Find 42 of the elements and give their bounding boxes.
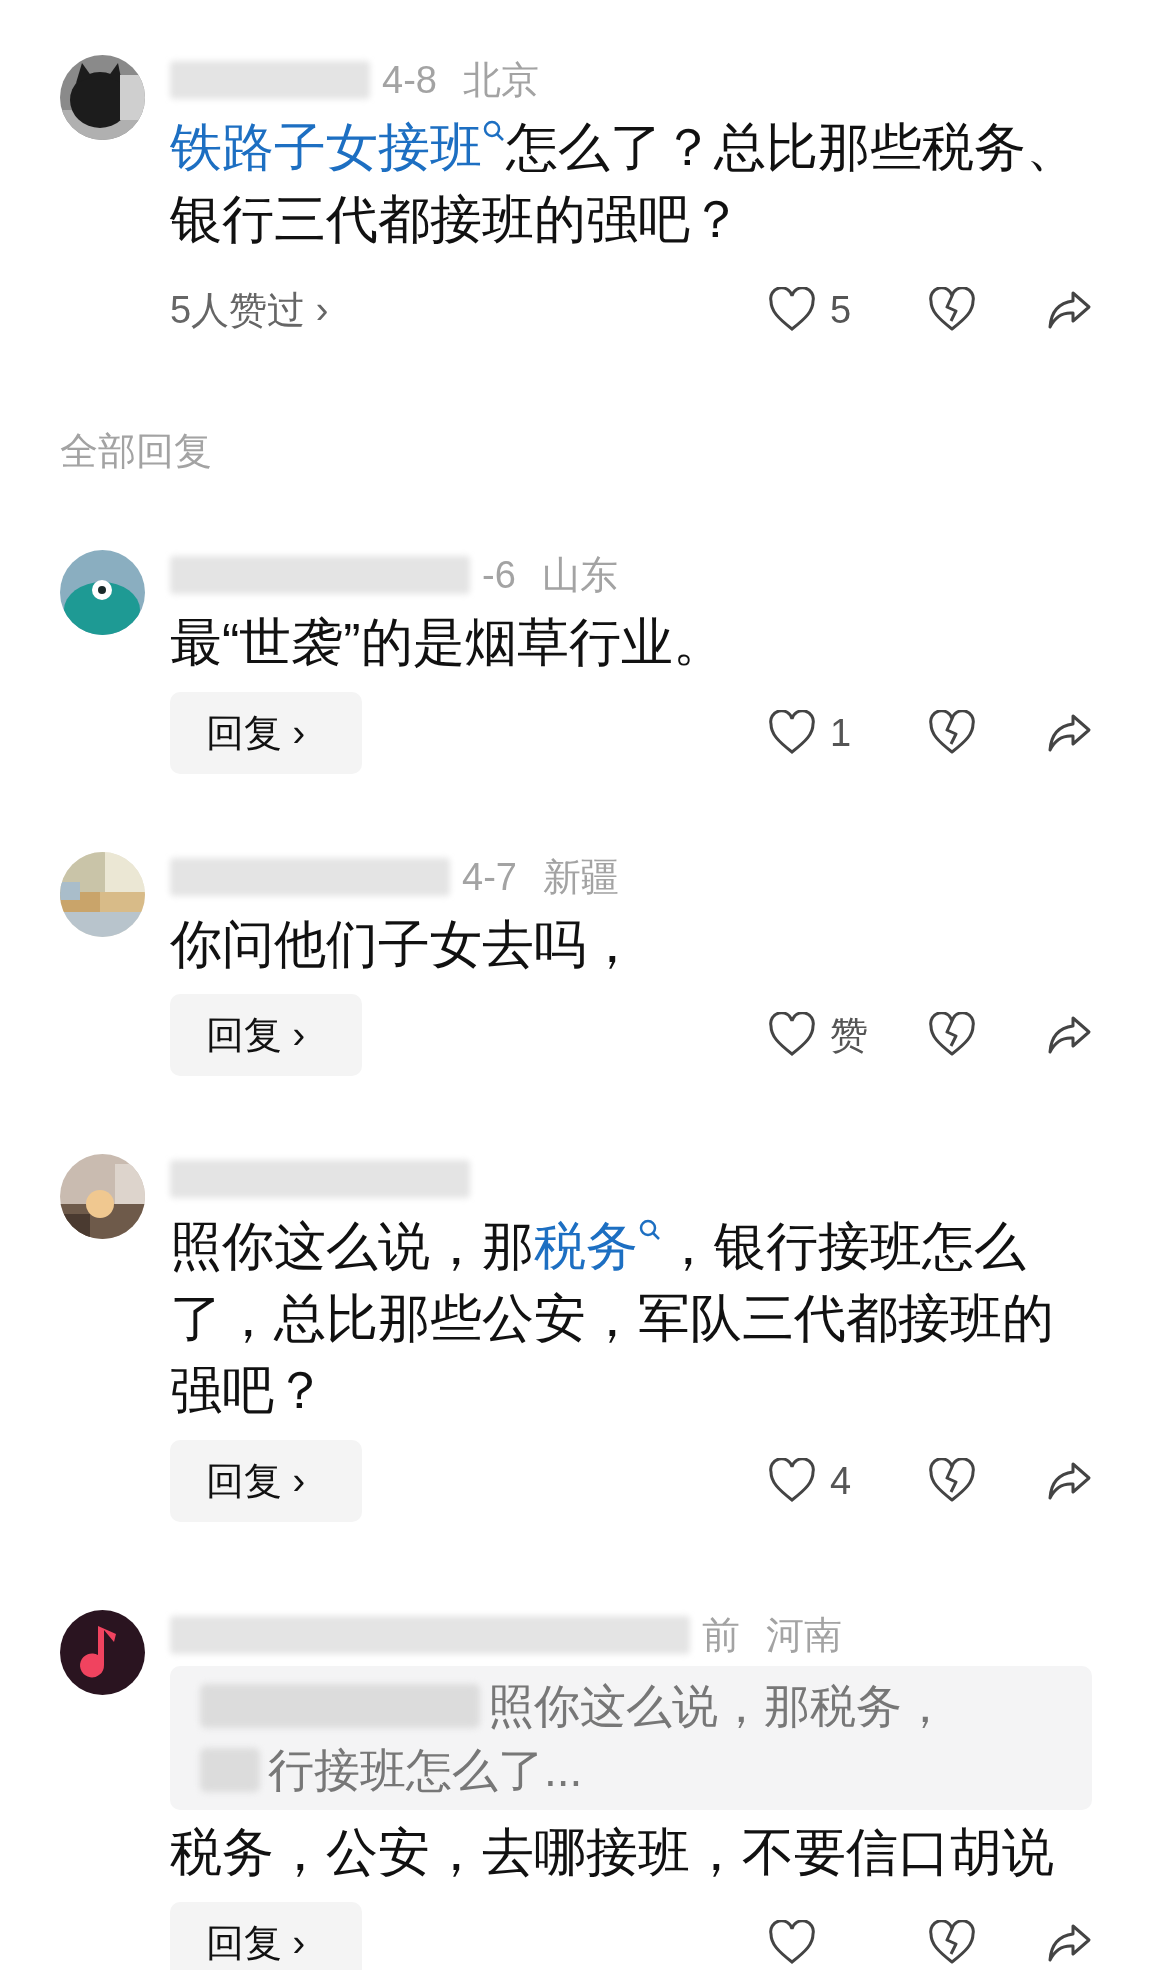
like-count: 5 (830, 287, 852, 333)
reply-button[interactable]: 回复 › (170, 1440, 362, 1522)
comment-location: 山东 (541, 556, 618, 594)
search-link[interactable]: 税务 (534, 1217, 662, 1275)
liked-by-link[interactable]: 5人赞过 › (170, 281, 329, 339)
comment-date: 4-8 (382, 61, 437, 99)
comment-date: 4-7 (462, 858, 517, 896)
like-icon[interactable] (768, 1458, 816, 1504)
quote-text: 照你这么说，那税务， (488, 1679, 948, 1734)
reply-button[interactable]: 回复 › (170, 692, 362, 774)
section-title: 全部回复 (60, 429, 213, 474)
like-icon[interactable] (768, 1920, 816, 1966)
comment-text: 最“世袭”的是烟草行业。 (170, 612, 726, 673)
reply-button[interactable]: 回复 › (170, 994, 362, 1076)
comment-location: 河南 (766, 1616, 842, 1654)
share-icon[interactable] (1046, 289, 1092, 331)
broken-heart-icon[interactable] (928, 287, 976, 333)
share-icon[interactable] (1046, 1014, 1092, 1056)
broken-heart-icon[interactable] (928, 1012, 976, 1058)
like-icon[interactable] (768, 287, 816, 333)
comment-date: 前 (702, 1616, 740, 1654)
reply-button[interactable]: 回复 › (170, 1902, 362, 1970)
comment-text: 照你这么说，那税务 ，银行接班怎么了，总比那些公安，军队三代都接班的强吧？ (170, 1216, 1055, 1421)
comment-location: 北京 (462, 61, 539, 99)
comment-text: 税务，公安，去哪接班，不要信口胡说 (170, 1822, 1055, 1883)
quote-text: 行接班怎么了... (268, 1743, 583, 1798)
comment-text: 铁路子女接班 怎么了？总比那些税务、银行三代都接班的强吧？ (170, 117, 1079, 250)
like-count: 4 (830, 1458, 852, 1504)
comment-text: 你问他们子女去吗， (170, 914, 639, 975)
broken-heart-icon[interactable] (928, 1458, 976, 1504)
like-icon[interactable] (768, 710, 816, 756)
share-icon[interactable] (1046, 1922, 1092, 1964)
share-icon[interactable] (1046, 1460, 1092, 1502)
like-count: 赞 (830, 1012, 868, 1058)
broken-heart-icon[interactable] (928, 710, 976, 756)
search-link[interactable]: 铁路子女接班 (170, 118, 506, 176)
like-icon[interactable] (768, 1012, 816, 1058)
like-count: 1 (830, 710, 852, 756)
comment-date: -6 (482, 556, 516, 594)
share-icon[interactable] (1046, 712, 1092, 754)
comment-location: 新疆 (542, 858, 619, 896)
broken-heart-icon[interactable] (928, 1920, 976, 1966)
